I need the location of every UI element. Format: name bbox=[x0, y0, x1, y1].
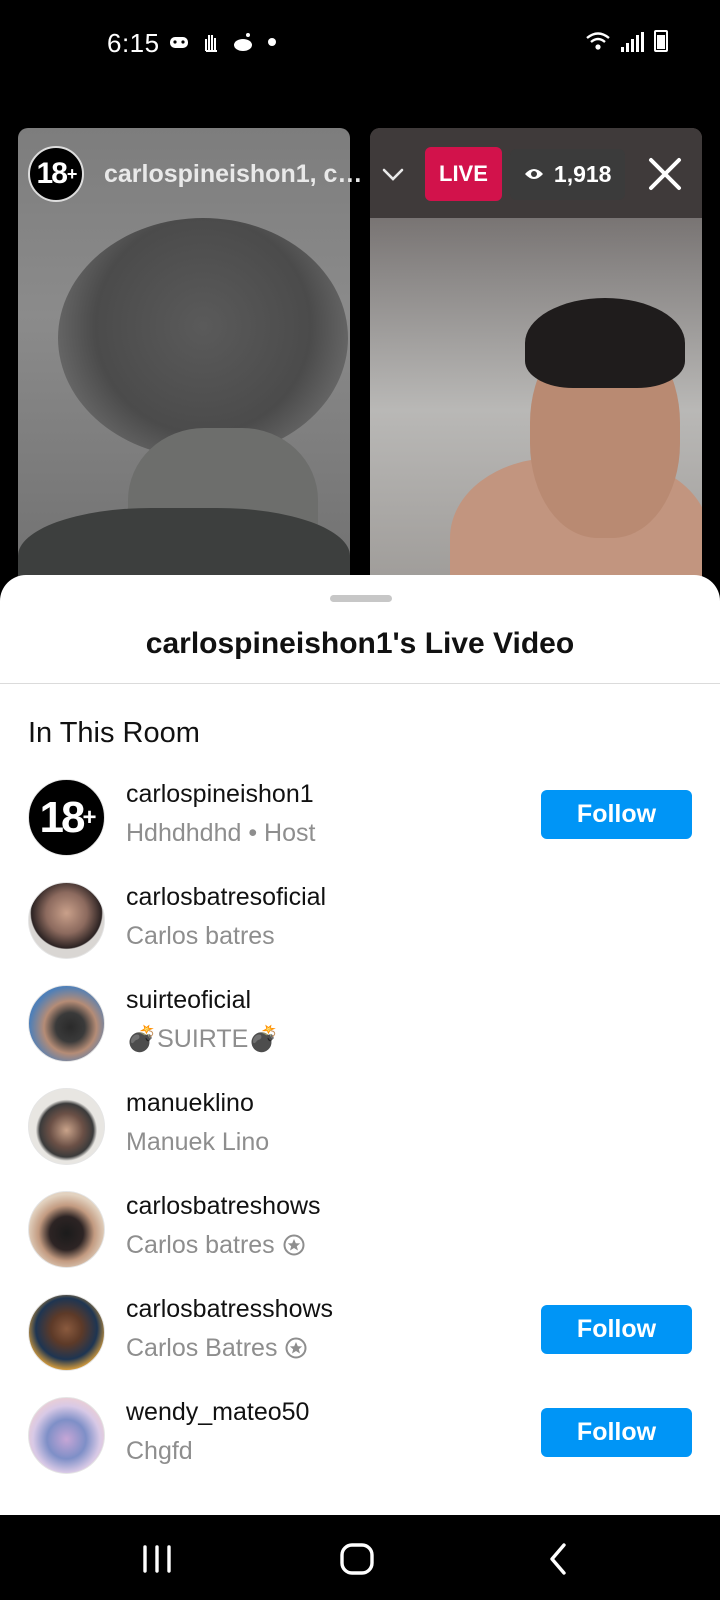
participant-subtitle: Chgfd bbox=[126, 1437, 193, 1465]
star-badge-icon bbox=[283, 1234, 305, 1256]
sheet-title: carlospineishon1's Live Video bbox=[145, 627, 575, 660]
star-badge-icon bbox=[285, 1337, 307, 1359]
participant-row[interactable]: wendy_mateo50 Chgfd Follow bbox=[0, 1390, 720, 1480]
participant-username[interactable]: carlospineishon1 bbox=[126, 780, 314, 809]
participant-username[interactable]: suirteoficial bbox=[126, 986, 251, 1015]
participant-row[interactable]: 18 + carlospineishon1 Hdhdhdhd • Host Fol… bbox=[0, 772, 720, 862]
participant-username[interactable]: carlosbatreshows bbox=[126, 1192, 321, 1221]
participant-subtitle: Carlos Batres bbox=[126, 1334, 307, 1363]
viewer-count[interactable]: 1,918 bbox=[509, 148, 626, 200]
avatar[interactable] bbox=[28, 1294, 105, 1371]
participant-row[interactable]: manueklino Manuek Lino bbox=[0, 1081, 720, 1171]
video-content bbox=[58, 218, 348, 458]
participant-username[interactable]: wendy_mateo50 bbox=[126, 1398, 309, 1427]
participant-subtitle: 💣SUIRTE💣 bbox=[126, 1025, 280, 1053]
reddit-icon bbox=[232, 31, 254, 53]
follow-button[interactable]: Follow bbox=[541, 1408, 692, 1457]
hand-icon bbox=[200, 31, 222, 53]
participant-subtitle: Carlos batres bbox=[126, 922, 275, 950]
navigation-bar bbox=[0, 1515, 720, 1600]
status-time: 6:15 bbox=[107, 28, 160, 58]
gamepad-icon bbox=[168, 31, 190, 53]
avatar[interactable] bbox=[28, 985, 105, 1062]
live-title[interactable]: carlospineishon1, ca... bbox=[104, 160, 369, 189]
avatar[interactable] bbox=[28, 1191, 105, 1268]
follow-button[interactable]: Follow bbox=[541, 1305, 692, 1354]
participant-row[interactable]: carlosbatresoficial Carlos batres bbox=[0, 875, 720, 965]
battery-icon bbox=[654, 30, 668, 52]
chevron-down-icon[interactable] bbox=[379, 160, 407, 188]
viewers-sheet: carlospineishon1's Live Video In This Ro… bbox=[0, 575, 720, 1515]
participant-subtitle: Manuek Lino bbox=[126, 1128, 270, 1156]
recents-icon[interactable] bbox=[137, 1539, 177, 1579]
sheet-drag-handle[interactable] bbox=[330, 595, 392, 602]
divider bbox=[0, 683, 720, 684]
participant-row[interactable]: suirteoficial 💣SUIRTE💣 bbox=[0, 978, 720, 1068]
viewer-count-value: 1,918 bbox=[553, 160, 612, 187]
follow-button[interactable]: Follow bbox=[541, 790, 692, 839]
participant-row[interactable]: carlosbatreshows Carlos batres bbox=[0, 1184, 720, 1274]
avatar[interactable] bbox=[28, 1397, 105, 1474]
signal-icon bbox=[621, 32, 644, 52]
status-bar: 6:15 bbox=[0, 0, 720, 90]
avatar[interactable] bbox=[28, 882, 105, 959]
system-icons bbox=[585, 30, 668, 52]
home-icon[interactable] bbox=[337, 1539, 377, 1579]
video-content bbox=[525, 298, 685, 388]
avatar[interactable] bbox=[28, 1088, 105, 1165]
wifi-icon bbox=[586, 32, 610, 50]
participant-username[interactable]: manueklino bbox=[126, 1089, 254, 1118]
eye-icon bbox=[524, 169, 543, 179]
participant-subtitle: Hdhdhdhd • Host bbox=[126, 819, 316, 847]
section-title: In This Room bbox=[28, 717, 200, 749]
participant-username[interactable]: carlosbatresshows bbox=[126, 1295, 333, 1324]
avatar[interactable]: 18 + bbox=[28, 779, 105, 856]
live-badge: LIVE bbox=[425, 147, 502, 201]
live-header: 18 + carlospineishon1, ca... LIVE 1,918 bbox=[28, 146, 710, 202]
participant-username[interactable]: carlosbatresoficial bbox=[126, 883, 326, 912]
notification-dot bbox=[268, 38, 276, 46]
participant-subtitle: Carlos batres bbox=[126, 1231, 305, 1260]
back-icon[interactable] bbox=[540, 1539, 580, 1579]
host-avatar[interactable]: 18 + bbox=[28, 146, 84, 202]
close-icon[interactable] bbox=[645, 154, 685, 194]
participant-row[interactable]: carlosbatresshows Carlos Batres Follow bbox=[0, 1287, 720, 1377]
notification-icons bbox=[168, 31, 276, 53]
